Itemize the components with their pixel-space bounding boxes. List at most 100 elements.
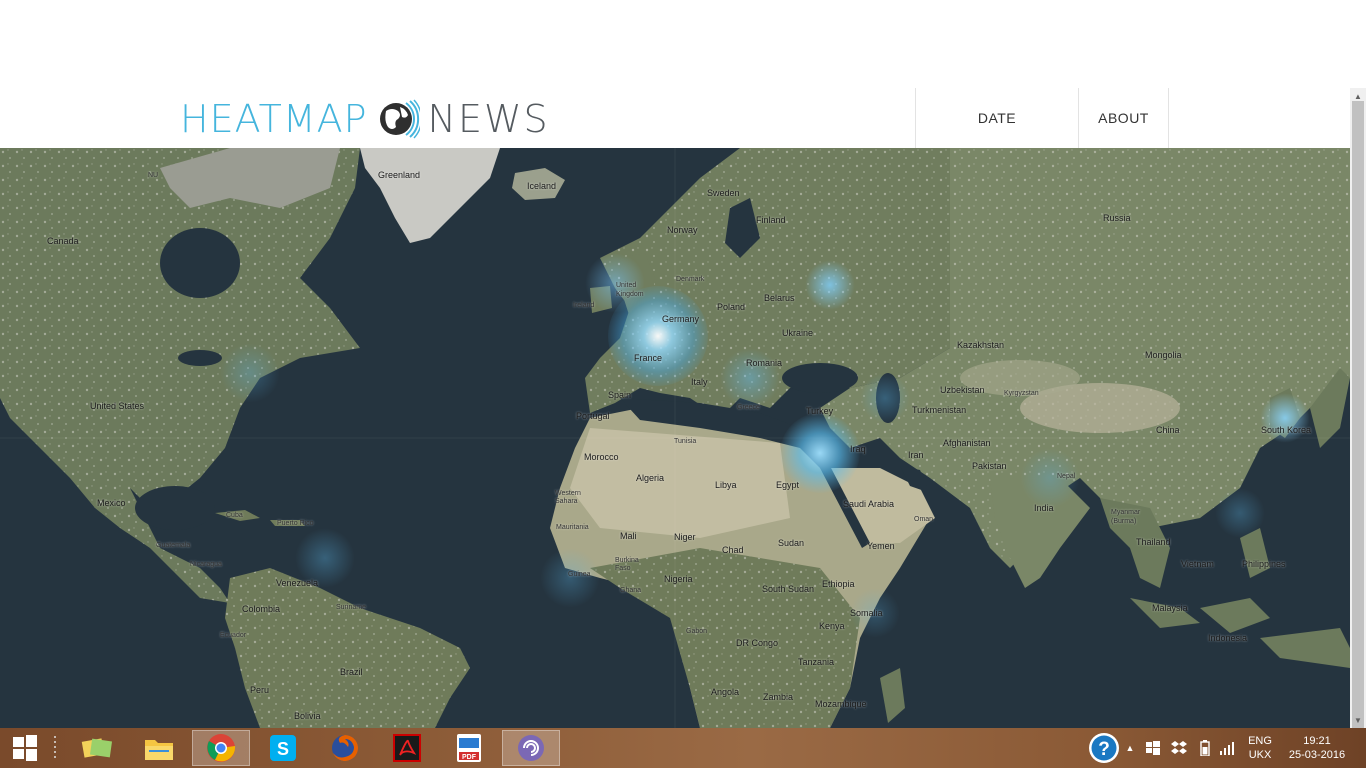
map-label-mexico: Mexico — [97, 498, 126, 508]
map-label-nepal: Nepal — [1057, 473, 1076, 480]
page-scrollbar[interactable]: ▲ ▼ — [1350, 88, 1366, 745]
greenland-shape — [360, 148, 500, 243]
map-label-chad: Chad — [722, 545, 744, 555]
nav-about-link[interactable]: ABOUT — [1078, 88, 1169, 148]
page: HEATMAP NEWS DATE ABOUT ▲ ▼ Greenland Ic… — [0, 0, 1366, 768]
map-label-canada: Canada — [47, 236, 79, 246]
map-label-ecuador: Ecuador — [220, 632, 247, 639]
map-label-ukraine: Ukraine — [782, 328, 814, 338]
network-signal-icon[interactable] — [1216, 730, 1238, 766]
map-label-indonesia: Indonesia — [1208, 633, 1248, 643]
map-label-italy: Italy — [691, 377, 708, 387]
photos-icon[interactable] — [68, 730, 126, 766]
map-label-sweden: Sweden — [707, 188, 740, 198]
acrobat-icon[interactable] — [378, 730, 436, 766]
show-hidden-icons-chevron-icon[interactable]: ▲ — [1122, 730, 1138, 766]
map-label-ghana: Ghana — [620, 587, 642, 594]
map-label-denmark: Denmark — [676, 276, 705, 283]
scroll-thumb[interactable] — [1352, 101, 1364, 745]
map-label-philippines: Philippines — [1242, 559, 1286, 569]
map-label-somalia: Somalia — [850, 608, 883, 618]
map-label-spain: Spain — [608, 390, 632, 400]
map-label-malaysia: Malaysia — [1152, 603, 1188, 613]
map-label-venezuela: Venezuela — [276, 578, 319, 588]
map-label-peru: Peru — [250, 685, 270, 695]
map-label-pakistan: Pakistan — [972, 461, 1007, 471]
map-label-greece: Greece — [737, 404, 760, 411]
map-label-turkey: Turkey — [806, 406, 834, 416]
windows-taskbar: S PDF ? ▲ ENG UKX 19:21 25-03-2016 — [0, 728, 1366, 768]
torrent-icon[interactable] — [502, 730, 560, 766]
dropbox-icon[interactable] — [1168, 730, 1190, 766]
logo-news-text: NEWS — [427, 97, 550, 141]
logo-heatmap-text: HEATMAP — [180, 97, 368, 141]
map-label-cuba: Cuba — [226, 512, 243, 519]
map-label-mali: Mali — [620, 531, 637, 541]
map-label-angola: Angola — [711, 687, 740, 697]
map-label-south-sudan: South Sudan — [762, 584, 815, 594]
map-label-ethiopia: Ethiopia — [822, 579, 855, 589]
map-label-kazakhstan: Kazakhstan — [957, 340, 1005, 350]
map-label-china: China — [1156, 425, 1180, 435]
map-label-south-korea: South Korea — [1261, 425, 1312, 435]
help-icon[interactable]: ? — [1085, 730, 1123, 766]
chrome-icon[interactable] — [192, 730, 250, 766]
map-label-kenya: Kenya — [819, 621, 845, 631]
map-label-burkina-faso: Burkina Faso — [615, 557, 639, 572]
map-label-mozambique: Mozambique — [815, 699, 867, 709]
map-label-gabon: Gabon — [686, 628, 708, 635]
map-label-ireland: Ireland — [573, 302, 595, 309]
map-label-uzbekistan: Uzbekistan — [940, 385, 985, 395]
skype-icon[interactable]: S — [254, 730, 312, 766]
map-label-guinea: Guinea — [568, 571, 591, 578]
map-label-norway: Norway — [667, 225, 698, 235]
map-label-algeria: Algeria — [636, 473, 665, 483]
map-label-poland: Poland — [717, 302, 746, 312]
map-label-united-states: United States — [90, 401, 145, 411]
clock-time: 19:21 — [1303, 735, 1331, 747]
map-label-turkmenistan: Turkmenistan — [912, 405, 967, 415]
map-label-thailand: Thailand — [1136, 537, 1171, 547]
map-label-russia: Russia — [1103, 213, 1131, 223]
nav-date-link[interactable]: DATE — [915, 88, 1078, 148]
language-indicator[interactable]: ENG UKX — [1242, 734, 1278, 762]
clock[interactable]: 19:21 25-03-2016 — [1282, 734, 1352, 762]
map-label-vietnam: Vietnam — [1181, 559, 1214, 569]
map-label-nu: NU — [148, 172, 159, 179]
task-view-icon[interactable] — [48, 730, 62, 766]
map-label-bolivia: Bolivia — [294, 711, 321, 721]
map-label-nicaragua: Nicaragua — [190, 561, 222, 568]
map-label-dr-congo: DR Congo — [736, 638, 779, 648]
map-label-suriname: Suriname — [336, 604, 366, 611]
keyboard-layout: UKX — [1248, 749, 1272, 761]
map-label-guatemala: Guatemala — [156, 542, 191, 549]
file-explorer-icon[interactable] — [130, 730, 188, 766]
map-label-puerto-rico: Puerto Rico — [277, 520, 314, 527]
map-label-romania: Romania — [746, 358, 783, 368]
start-button[interactable] — [0, 730, 50, 766]
map-label-western-sahara: Western Sahara — [555, 490, 581, 505]
map-label-mongolia: Mongolia — [1145, 350, 1182, 360]
world-heatmap[interactable]: Greenland Iceland Canada NU United State… — [0, 148, 1350, 728]
map-label-morocco: Morocco — [584, 452, 619, 462]
map-label-france: France — [634, 353, 663, 363]
windows-small-icon[interactable] — [1142, 730, 1164, 766]
firefox-icon[interactable] — [316, 730, 374, 766]
map-label-nigeria: Nigeria — [664, 574, 693, 584]
map-label-greenland: Greenland — [378, 170, 421, 180]
scroll-down-arrow-icon[interactable]: ▼ — [1350, 712, 1366, 728]
logo[interactable]: HEATMAP NEWS — [180, 97, 550, 141]
map-label-oman: Oman — [914, 516, 934, 523]
pdf-icon[interactable]: PDF — [440, 730, 498, 766]
map-label-afghanistan: Afghanistan — [943, 438, 991, 448]
site-header: HEATMAP NEWS DATE ABOUT — [0, 88, 1350, 148]
language-code: ENG — [1248, 735, 1272, 747]
map-label-iceland: Iceland — [527, 181, 557, 191]
map-label-iraq: Iraq — [850, 444, 866, 454]
map-label-niger: Niger — [674, 532, 696, 542]
battery-icon[interactable] — [1194, 730, 1216, 766]
map-label-yemen: Yemen — [867, 541, 895, 551]
map-label-germany: Germany — [662, 314, 700, 324]
map-label-finland: Finland — [756, 215, 786, 225]
windows-logo-icon — [13, 735, 37, 761]
